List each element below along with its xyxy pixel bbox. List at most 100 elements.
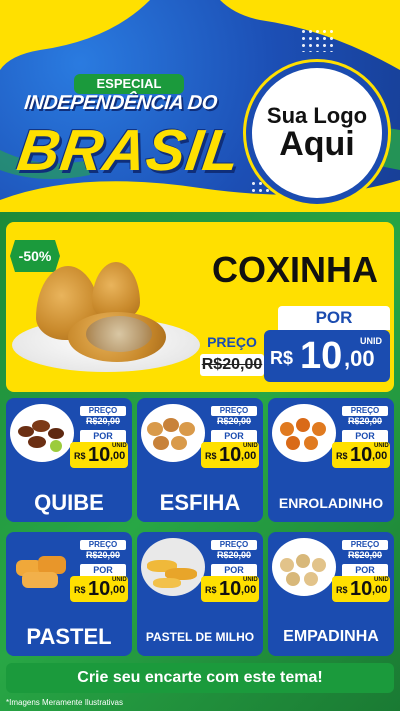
por-label: POR [80,564,126,576]
currency-symbol: R$ [205,585,217,595]
preco-label: PREÇO [342,406,388,416]
product-name: ESFIHA [159,490,241,515]
old-price: R$20,00 [347,416,383,426]
product-card-quibe[interactable]: PREÇO R$20,00 POR R$ 10 ,00 UNID QUIBE [6,398,132,522]
price-tag: R$ 10 ,00 UNID [332,442,390,468]
enroladinho-piece [304,436,318,450]
price-tag: R$ 10 ,00 UNID [332,576,390,602]
old-price: R$20,00 [216,416,252,426]
esfiha-piece [179,422,195,436]
unit-label: UNID [243,443,258,449]
pastel-image [10,538,74,596]
preco-label: PREÇO [80,540,126,550]
flyer-page: ESPECIAL INDEPENDÊNCIA DO BRASIL Sua Log… [0,0,400,711]
product-card-esfiha[interactable]: PREÇO R$20,00 POR R$ 10 ,00 UNID ESFIHA [137,398,263,522]
esfiha-image [141,404,205,462]
hero-product-name: COXINHA [211,249,378,290]
price-integer: 10 [219,444,242,466]
logo-text-line-2: Aqui [279,124,355,163]
price-integer: 10 [88,444,111,466]
old-price: R$20,00 [216,550,252,560]
price-tag: R$ 10 ,00 UNID [201,576,259,602]
product-name: PASTEL [26,624,112,649]
preco-label: PREÇO [211,406,257,416]
product-name: ENROLADINHO [278,495,384,511]
enroladinho-piece [280,422,294,436]
product-name: QUIBE [34,490,104,515]
cta-banner[interactable]: Crie seu encarte com este tema! [6,663,394,693]
por-label: POR [211,430,257,442]
unit-label: UNID [112,577,127,583]
enroladinho-image [272,404,336,462]
esfiha-piece [147,422,163,436]
esfiha-piece [171,436,187,450]
price-integer: 10 [219,578,242,600]
unit-label: UNID [374,577,389,583]
price-decimal: ,00 [241,584,257,596]
price-integer: 10 [350,444,373,466]
dot-pattern [300,28,336,52]
quibe-piece [28,436,46,448]
coxinha-filling [86,316,152,352]
disclaimer-text: *Imagens Meramente Ilustrativas [6,698,123,707]
preco-label: PREÇO [211,540,257,550]
empadinha-piece [296,554,310,568]
hero-price-tag: R$ 10 ,00 UNID [264,330,390,382]
product-card-enroladinho[interactable]: PREÇO R$20,00 POR R$ 10 ,00 UNID ENROLAD… [268,398,394,522]
pastel-piece [22,572,58,588]
unit-label: UNID [374,443,389,449]
logo-text-line-1: Sua Logo [266,102,368,128]
currency-symbol: R$ [74,451,86,461]
quibe-piece [48,428,64,439]
por-label: POR [80,430,126,442]
especial-badge: ESPECIAL [74,74,184,94]
price-tag: R$ 10 ,00 UNID [201,442,259,468]
lemon-slice [50,440,62,452]
logo-placeholder: Sua Logo Aqui [246,62,388,204]
enroladinho-piece [296,418,310,432]
product-name: EMPADINHA [283,628,379,645]
old-price: R$20,00 [347,550,383,560]
price-decimal: ,00 [110,584,126,596]
pastel-milho-piece [153,578,181,588]
product-card-empadinha[interactable]: PREÇO R$20,00 POR R$ 10 ,00 UNID EMPADIN… [268,532,394,656]
product-card-pastel-de-milho[interactable]: PREÇO R$20,00 POR R$ 10 ,00 UNID PASTEL … [137,532,263,656]
currency-symbol: R$ [74,585,86,595]
enroladinho-piece [286,436,300,450]
price-decimal: ,00 [241,450,257,462]
price-integer: 10 [350,578,373,600]
preco-label: PREÇO [207,334,257,350]
enroladinho-piece [312,422,326,436]
price-decimal: ,00 [344,346,375,371]
price-decimal: ,00 [372,450,388,462]
currency-symbol: R$ [336,451,348,461]
empadinha-piece [280,558,294,572]
title-line-2: BRASIL [13,118,245,183]
product-card-pastel[interactable]: PREÇO R$20,00 POR R$ 10 ,00 UNID PASTEL [6,532,132,656]
currency-symbol: R$ [205,451,217,461]
empadinha-piece [304,572,318,586]
product-name: PASTEL DE MILHO [145,630,255,644]
price-decimal: ,00 [372,584,388,596]
hero-old-price-box: PREÇO R$20,00 [200,334,264,382]
price-integer: 10 [88,578,111,600]
por-label: POR [342,564,388,576]
currency-symbol: R$ [270,348,294,368]
price-decimal: ,00 [110,450,126,462]
esfiha-piece [153,436,169,450]
pastel-de-milho-image [141,538,205,596]
unit-label: UNID [243,577,258,583]
por-label: POR [211,564,257,576]
esfiha-piece [163,418,179,432]
old-price: R$20,00 [85,550,121,560]
por-label: POR [342,430,388,442]
empadinha-image [272,538,336,596]
por-label: POR [278,306,390,330]
old-price: R$20,00 [85,416,121,426]
price-tag: R$ 10 ,00 UNID [70,576,128,602]
price-integer: 10 [300,335,343,377]
quibe-piece [32,420,50,432]
price-tag: R$ 10 ,00 UNID [70,442,128,468]
old-price: R$20,00 [200,354,264,376]
quibe-image [10,404,74,462]
